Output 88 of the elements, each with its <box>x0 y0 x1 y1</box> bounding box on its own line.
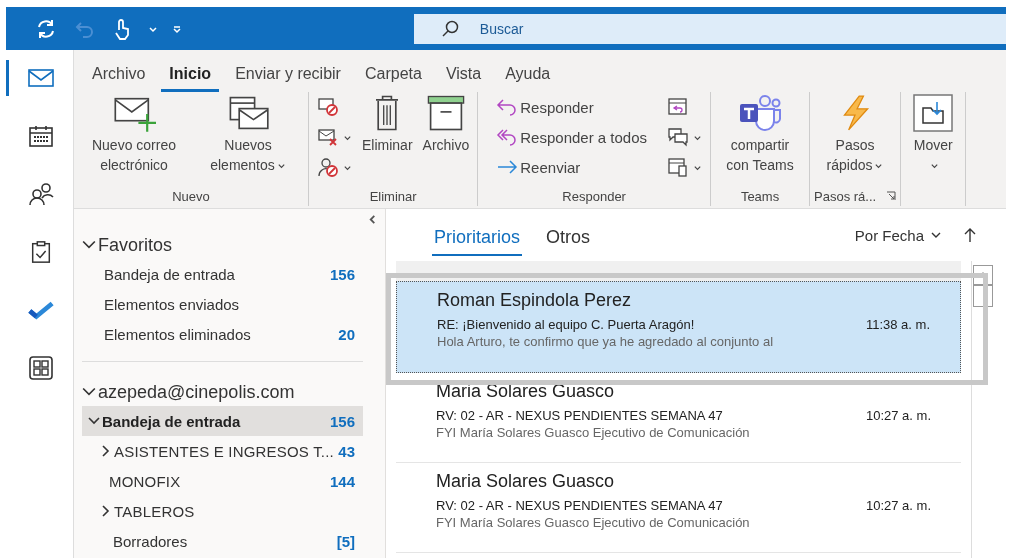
ribbon-button[interactable]: Mover <box>905 92 962 186</box>
reply-button[interactable]: Reenviar <box>492 152 652 182</box>
folder-item[interactable]: Elementos enviados <box>82 289 363 319</box>
ribbon-button[interactable]: compartir con Teams <box>715 92 806 186</box>
message-time: 10:27 a. m. <box>865 407 931 423</box>
message-preview: Hola Arturo, te confirmo que ya he agredado al conjunto al <box>437 334 775 349</box>
message-preview: FYI María Solares Guasco Ejecutivo de Comunicación <box>436 515 751 530</box>
folder-name: Borradores <box>112 532 189 550</box>
folder-item[interactable]: Bandeja de entrada 156 <box>82 406 363 436</box>
folder-item[interactable]: TABLEROS <box>82 496 363 526</box>
scrollbar[interactable] <box>971 261 994 558</box>
ribbon-button[interactable]: Eliminar <box>358 92 417 186</box>
reply-button[interactable]: Responder a todos <box>492 122 652 152</box>
search-field[interactable]: Buscar <box>413 13 1006 44</box>
ribbon-button[interactable]: Nuevos elementos <box>192 92 304 186</box>
unread-count: 43 <box>338 442 355 460</box>
message-preview: FYI María Solares Guasco Ejecutivo de Comunicación <box>436 425 751 440</box>
scrollbar-thumb[interactable] <box>973 285 993 307</box>
teams-icon <box>738 94 783 132</box>
folder-name: TABLEROS <box>114 502 196 520</box>
menu-tab[interactable]: Ayuda <box>497 54 559 92</box>
apps-icon <box>28 356 54 380</box>
message-item[interactable]: Maria Solares Guasco RV: 02 - AR - NEXUS PENDIENTES SEMANA 47 10:27 a. m. FYI María Solares Guasco Ejecutivo de Comunicación <box>396 373 961 463</box>
people-icon <box>28 182 54 206</box>
unread-count: 156 <box>329 412 355 430</box>
inbox-tab[interactable]: Prioritarios <box>432 214 523 256</box>
sender-name: Roman Espindola Perez <box>437 290 633 312</box>
message-subject: RV: 02 - AR - NEXUS PENDIENTES SEMANA 47 <box>436 407 724 423</box>
message-subject: RV: 02 - AR - NEXUS PENDIENTES SEMANA 47 <box>436 497 724 513</box>
folder-name: Elementos enviados <box>104 295 241 313</box>
message-item[interactable]: Roman Espindola Perez RE: ¡Bienvenido al equipo C. Puerta Aragón! 11:38 a. m. Hola Arturo, te confirmo que ya he agredado al conjunto al <box>396 281 961 373</box>
message-subject: RE: ¡Bienvenido al equipo C. Puerta Aragón! <box>437 316 696 332</box>
account-header[interactable]: azepeda@cinepolis.com <box>82 378 363 406</box>
menu-tab[interactable]: Inicio <box>161 54 220 92</box>
group-label: Teams <box>740 188 780 204</box>
customize-icon[interactable] <box>172 23 182 34</box>
folder-item[interactable]: MONOFIX 144 <box>82 466 363 496</box>
unread-count: 156 <box>329 265 355 283</box>
folder-name: MONOFIX <box>108 472 182 490</box>
folder-item[interactable]: Bandeja de entrada 156 <box>82 259 363 289</box>
chat-bubbles-icon <box>667 127 690 147</box>
message-time: 11:38 a. m. <box>865 316 930 332</box>
unread-count: 144 <box>329 472 355 490</box>
collapse-icon[interactable] <box>368 215 377 224</box>
menu-tab[interactable]: Enviar y recibir <box>227 54 349 92</box>
calendar-icon <box>28 124 54 148</box>
ribbon-button[interactable]: Archivo <box>418 92 474 186</box>
unread-count: 20 <box>338 325 355 343</box>
caret-icon <box>929 161 939 170</box>
calendar-reply-icon <box>667 97 690 117</box>
caret-icon <box>874 161 884 170</box>
sort-dropdown[interactable]: Por Fecha <box>848 225 948 245</box>
folder-item[interactable]: Borradores [5] <box>82 526 363 556</box>
folder-item[interactable]: ASISTENTES E INGRESOS T... 43 <box>82 436 363 466</box>
folder-name: Elementos eliminados <box>104 325 252 343</box>
ribbon-button[interactable]: Pasos rápidos <box>814 92 897 186</box>
group-label: Responder <box>562 188 626 204</box>
group-label: Eliminar <box>369 188 417 204</box>
reply-arrow-icon <box>496 97 519 117</box>
caret-icon <box>276 161 286 170</box>
section-header[interactable]: Favoritos <box>82 231 363 259</box>
reply-button[interactable]: Responder <box>492 92 652 122</box>
calendar-phone-icon <box>667 157 690 177</box>
inbox-tab[interactable]: Otros <box>544 214 593 256</box>
group-label: Nuevo <box>172 188 210 204</box>
folder-name: ASISTENTES E INGRESOS T... <box>114 442 335 460</box>
menu-tab[interactable]: Archivo <box>84 54 154 92</box>
scroll-up-icon[interactable] <box>973 265 993 285</box>
mail-x-icon <box>317 127 339 147</box>
blocked-person-icon <box>317 157 339 177</box>
ribbon-button[interactable]: Nuevo correo electrónico <box>78 92 190 186</box>
message-item[interactable]: Maria Solares Guasco RV: 02 - AR - NEXUS PENDIENTES SEMANA 47 10:27 a. m. FYI María Solares Guasco Ejecutivo de Comunicación <box>396 463 961 553</box>
move-to-folder-icon <box>913 94 954 132</box>
sender-name: Maria Solares Guasco <box>436 381 616 403</box>
folder-item[interactable]: Elementos eliminados 20 <box>82 319 363 349</box>
sort-arrow-icon[interactable] <box>964 227 976 243</box>
menu-tab[interactable]: Carpeta <box>356 54 430 92</box>
unread-count: [5] <box>336 532 355 550</box>
group-label: Pasos rá... <box>814 188 877 204</box>
sender-name: Maria Solares Guasco <box>436 471 616 493</box>
folder-name: Bandeja de entrada <box>102 412 242 430</box>
folder-name: Bandeja de entrada <box>104 265 236 283</box>
dialog-launcher-icon[interactable] <box>886 191 897 201</box>
message-time: 10:27 a. m. <box>865 497 931 513</box>
mail-icon <box>28 66 54 90</box>
blocked-mail-icon <box>317 97 339 117</box>
reply-all-arrow-icon <box>496 127 519 147</box>
menu-tab[interactable]: Vista <box>437 54 490 92</box>
